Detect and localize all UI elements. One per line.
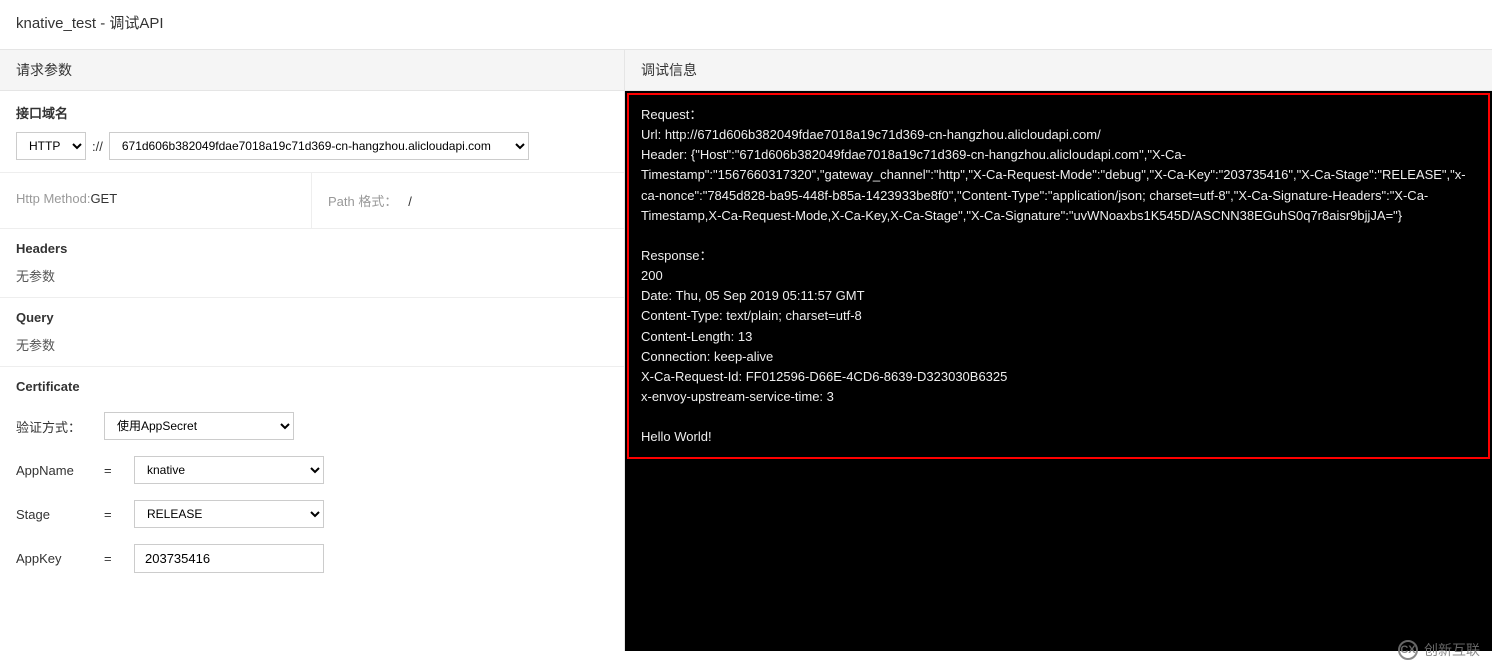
request-params-panel: 请求参数 接口域名 HTTP :// 671d606b382049fdae701… [0, 49, 625, 651]
stage-label: Stage [16, 507, 104, 522]
watermark-text: 创新互联 [1424, 640, 1480, 660]
appname-label: AppName [16, 463, 104, 478]
watermark: CX 创新互联 [1398, 640, 1480, 660]
equals-sign: = [104, 463, 134, 478]
domain-label: 接口域名 [16, 103, 608, 122]
console: Request： Url: http://671d606b382049fdae7… [625, 91, 1492, 651]
appname-select[interactable]: knative [134, 456, 324, 484]
domain-section: 接口域名 HTTP :// 671d606b382049fdae7018a19c… [0, 91, 624, 173]
stage-select[interactable]: RELEASE [134, 500, 324, 528]
http-method-label: Http Method: [16, 191, 90, 206]
domain-select[interactable]: 671d606b382049fdae7018a19c71d369-cn-hang… [109, 132, 529, 160]
protocol-separator: :// [92, 139, 103, 154]
protocol-select[interactable]: HTTP [16, 132, 86, 160]
auth-label: 验证方式： [16, 417, 104, 436]
http-method-value: GET [90, 191, 117, 206]
http-method-cell: Http Method:GET [0, 173, 312, 228]
path-label: Path 格式： [328, 194, 397, 209]
auth-select[interactable]: 使用AppSecret [104, 412, 294, 440]
appkey-label: AppKey [16, 551, 104, 566]
left-panel-header: 请求参数 [0, 49, 624, 91]
console-output: Request： Url: http://671d606b382049fdae7… [627, 93, 1490, 459]
appkey-input[interactable] [134, 544, 324, 573]
path-value: / [408, 194, 412, 209]
page-title: knative_test - 调试API [0, 0, 1492, 49]
path-cell: Path 格式： / [312, 173, 624, 228]
headers-section: Headers 无参数 [0, 229, 624, 298]
watermark-icon: CX [1398, 640, 1418, 660]
headers-title: Headers [16, 241, 608, 256]
right-panel-header: 调试信息 [625, 49, 1492, 91]
certificate-title: Certificate [16, 379, 608, 394]
certificate-section: Certificate 验证方式： 使用AppSecret AppName = … [0, 367, 624, 593]
query-title: Query [16, 310, 608, 325]
equals-sign: = [104, 507, 134, 522]
headers-empty: 无参数 [16, 266, 608, 285]
equals-sign: = [104, 551, 134, 566]
debug-info-panel: 调试信息 Request： Url: http://671d606b382049… [625, 49, 1492, 651]
query-empty: 无参数 [16, 335, 608, 354]
method-path-row: Http Method:GET Path 格式： / [0, 173, 624, 229]
query-section: Query 无参数 [0, 298, 624, 367]
